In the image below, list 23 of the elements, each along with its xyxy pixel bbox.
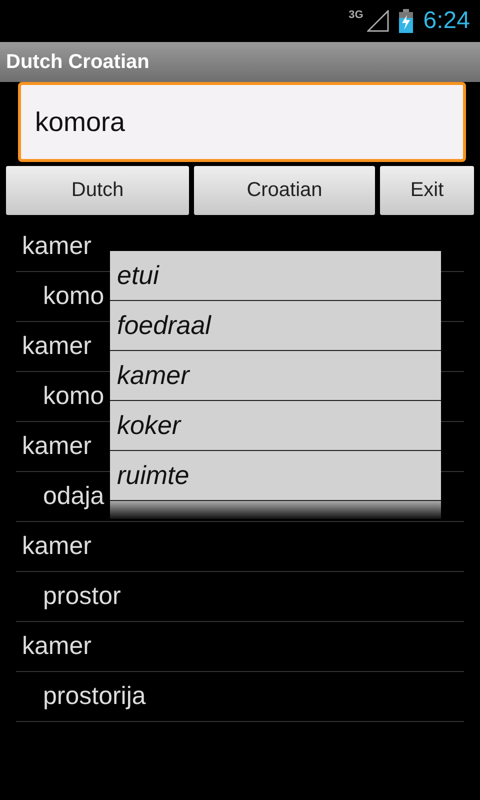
battery-charging-icon (399, 9, 414, 33)
clock: 6:24 (423, 7, 470, 35)
translation[interactable]: komo (16, 382, 104, 411)
translation[interactable]: prostorija (16, 682, 146, 711)
app-title: Dutch Croatian (6, 50, 150, 74)
network-type: 3G (348, 9, 364, 21)
language-button[interactable]: Exit (380, 166, 474, 215)
translation[interactable]: prostor (16, 582, 121, 611)
search-field[interactable]: komora (18, 82, 466, 162)
suggestion-item[interactable]: kamer (110, 351, 441, 401)
suggestion-item[interactable]: koker (110, 401, 441, 451)
translation[interactable]: odaja (16, 482, 104, 511)
language-button[interactable]: Croatian (194, 166, 375, 215)
headword[interactable]: kamer (16, 332, 92, 361)
headword[interactable]: kamer (16, 232, 92, 261)
signal-icon (367, 10, 390, 32)
translation[interactable]: komo (16, 282, 104, 311)
language-button[interactable]: Dutch (6, 166, 189, 215)
headword[interactable]: kamer (16, 432, 92, 461)
suggestion-item[interactable]: foedraal (110, 301, 441, 351)
headword[interactable]: kamer (16, 632, 92, 661)
headword[interactable]: kamer (16, 532, 92, 561)
suggestion-item[interactable]: etui (110, 251, 441, 301)
